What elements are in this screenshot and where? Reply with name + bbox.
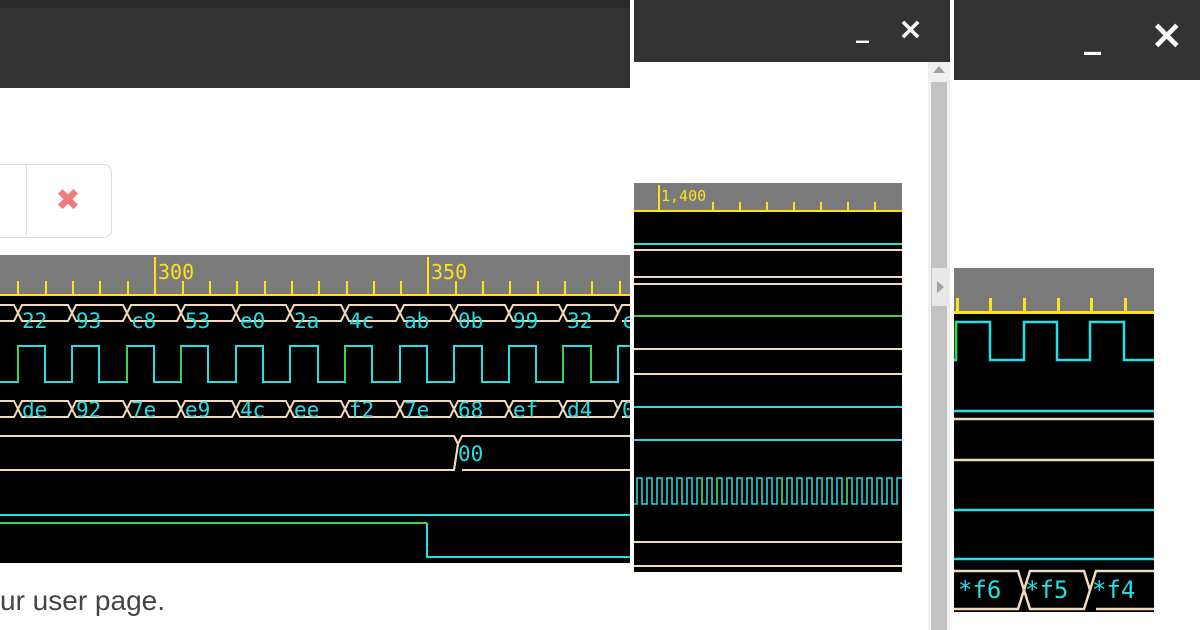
bus-value: *f4 (1092, 576, 1136, 604)
ruler-minor-tick (1023, 298, 1026, 311)
ruler-minor-tick (182, 281, 184, 294)
ruler-minor-tick (874, 202, 876, 211)
waveform-area (634, 212, 902, 572)
bus-a-value: 22 (22, 309, 48, 333)
bus-b-value: 68 (458, 398, 484, 422)
ruler-minor-tick (72, 281, 74, 294)
ruler-minor-tick (537, 281, 539, 294)
minimize-button[interactable]: _ (1084, 16, 1101, 56)
ruler-major-tick (427, 257, 429, 295)
chevron-right-icon (937, 281, 944, 293)
ruler-minor-tick (619, 281, 621, 294)
panel-left: ✖ 300 350 22 93 c8 53 e0 2a 4c ab 0b 99 … (0, 0, 630, 630)
ruler-minor-tick (1057, 298, 1060, 311)
bus-b-value: d4 (567, 398, 593, 422)
ruler-minor-tick (455, 281, 457, 294)
ruler-minor-tick (1090, 298, 1093, 311)
ruler-minor-tick (99, 281, 101, 294)
waveform-area: *f6 *f5 *f4 (954, 314, 1154, 612)
ruler-minor-tick (127, 281, 129, 294)
bus-a-value: 53 (185, 309, 211, 333)
title-bar (0, 0, 630, 88)
ruler-label: 1,400 (661, 187, 707, 205)
bus-a-value: 99 (513, 309, 539, 333)
bus-b-value: 7e (131, 398, 157, 422)
waveform-area: 22 93 c8 53 e0 2a 4c ab 0b 99 32 c de 92… (0, 296, 630, 563)
scrollbar-thumb[interactable] (931, 82, 947, 630)
bus-a-value: 4c (349, 309, 375, 333)
bus-value: *f6 (958, 576, 1002, 604)
bus-b-value: 92 (76, 398, 102, 422)
ruler-minor-tick (373, 281, 375, 294)
timeline-ruler: 300 350 (0, 255, 630, 296)
bus-a-value: c8 (131, 309, 157, 333)
close-window-button[interactable]: × (1150, 12, 1184, 58)
ruler-label-300: 300 (158, 260, 195, 284)
bus-b-value: ef (513, 398, 539, 422)
bus-b-value: 0 (622, 398, 630, 422)
ruler-minor-tick (739, 202, 741, 211)
ruler-minor-tick (482, 281, 484, 294)
panel-middle: _ × 1,400 (634, 0, 950, 630)
waveform-traces (0, 304, 630, 558)
footer-text: ur user page. (0, 585, 165, 616)
ruler-minor-tick (564, 281, 566, 294)
panel-right: _ × *f6 *f5 *f4 (954, 0, 1200, 630)
title-bar-top-edge (0, 0, 630, 8)
minimize-button[interactable]: _ (856, 14, 869, 44)
ruler-minor-tick (291, 281, 293, 294)
ruler-minor-tick (956, 298, 959, 311)
ruler-major-tick (658, 185, 660, 211)
scroll-up-arrow-icon[interactable] (933, 66, 945, 73)
bus-a-value: 32 (567, 309, 593, 333)
ruler-minor-tick (989, 298, 992, 311)
bus-b-value: ee (294, 398, 320, 422)
bus-b-value: de (22, 398, 48, 422)
timeline-ruler (954, 268, 1154, 314)
bus-a-value: 0b (458, 309, 484, 333)
ruler-minor-tick (509, 281, 511, 294)
close-button[interactable]: ✖ (27, 165, 109, 235)
ruler-minor-tick (591, 281, 593, 294)
ruler-minor-tick (346, 281, 348, 294)
ruler-minor-tick (45, 281, 47, 294)
ruler-minor-tick (318, 281, 320, 294)
bus-a-value: e0 (240, 309, 266, 333)
waveform-traces (634, 243, 902, 567)
ruler-minor-tick (820, 202, 822, 211)
bus-a-value: 2a (294, 309, 320, 333)
ruler-minor-tick (264, 281, 266, 294)
vertical-scrollbar[interactable] (928, 62, 950, 630)
ruler-label-350: 350 (431, 260, 468, 284)
bus-b-value: e9 (185, 398, 211, 422)
ruler-minor-tick (209, 281, 211, 294)
ruler-minor-tick (793, 202, 795, 211)
bus-value: *f5 (1025, 576, 1069, 604)
bus-b-value: f2 (349, 398, 375, 422)
ruler-minor-tick (847, 202, 849, 211)
bus-b-value: 4c (240, 398, 266, 422)
ruler-minor-tick (766, 202, 768, 211)
bus-a-value: c (622, 309, 630, 333)
ruler-minor-tick (1124, 298, 1127, 311)
ruler-major-tick (154, 257, 156, 295)
ruler-minor-tick (236, 281, 238, 294)
timeline-ruler: 1,400 (634, 183, 902, 212)
bus-b-value: 7e (404, 398, 430, 422)
bus-c-value: 00 (458, 442, 484, 466)
ruler-minor-tick (712, 202, 714, 211)
bus-a-value: 93 (76, 309, 102, 333)
ruler-minor-tick (400, 281, 402, 294)
close-icon: ✖ (55, 182, 81, 218)
waveform-traces (954, 320, 1154, 611)
expand-handle[interactable] (932, 268, 950, 306)
close-window-button[interactable]: × (898, 12, 923, 47)
bus-a-value: ab (404, 309, 430, 333)
ruler-minor-tick (17, 281, 19, 294)
